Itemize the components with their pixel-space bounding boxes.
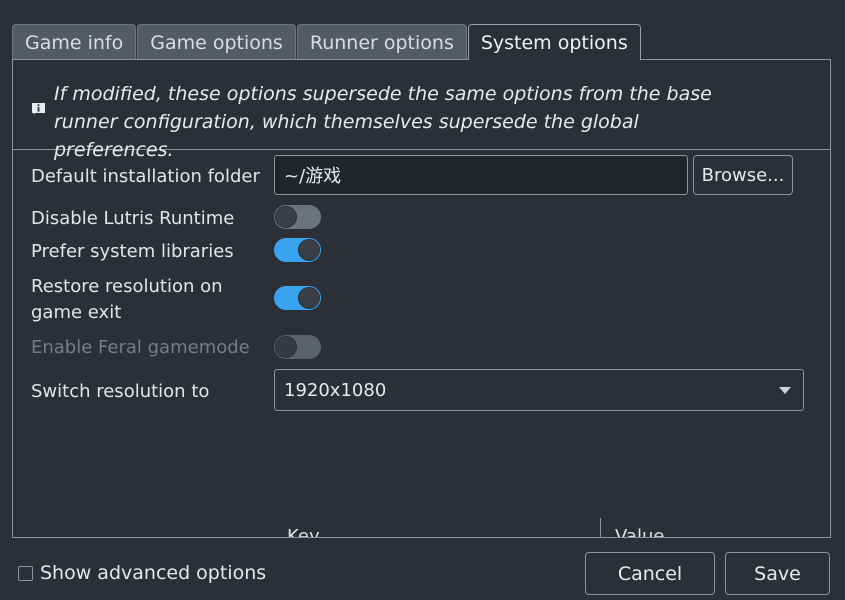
dialog-window: Game info Game options Runner options Sy… — [0, 0, 845, 600]
chevron-down-icon — [779, 387, 791, 394]
label-prefer-system-libraries: Prefer system libraries — [31, 239, 234, 265]
options-form: Default installation folder Browse... Di… — [13, 150, 830, 538]
show-advanced-options-checkbox[interactable]: Show advanced options — [18, 562, 266, 584]
label-switch-resolution-to: Switch resolution to — [31, 379, 209, 405]
column-header-key[interactable]: Key — [273, 518, 601, 538]
toggle-prefer-system-libraries[interactable] — [274, 238, 321, 262]
environment-variables-table: Key Value DXVK_LOG_LEVEL none DXVK_STATE… — [273, 518, 831, 538]
toggle-enable-feral-gamemode — [274, 335, 321, 359]
system-options-panel: If modified, these options supersede the… — [12, 59, 831, 538]
toggle-restore-resolution[interactable] — [274, 286, 321, 310]
label-disable-lutris-runtime: Disable Lutris Runtime — [31, 206, 234, 232]
show-advanced-options-label: Show advanced options — [40, 562, 266, 584]
info-banner: If modified, these options supersede the… — [13, 60, 830, 150]
label-restore-resolution-on-game-exit: Restore resolution on game exit — [31, 274, 251, 326]
tab-game-options[interactable]: Game options — [137, 24, 296, 60]
default-installation-folder-input[interactable] — [274, 155, 688, 195]
toggle-knob — [275, 206, 297, 228]
toggle-disable-lutris-runtime[interactable] — [274, 205, 321, 229]
toggle-knob — [275, 336, 297, 358]
info-icon — [30, 101, 47, 118]
tab-runner-options[interactable]: Runner options — [297, 24, 467, 60]
tab-system-options[interactable]: System options — [468, 24, 641, 60]
checkbox-box[interactable] — [18, 566, 33, 581]
toggle-knob — [298, 287, 320, 309]
column-header-value[interactable]: Value — [601, 518, 831, 538]
table-header-row: Key Value — [273, 518, 831, 538]
cancel-button[interactable]: Cancel — [585, 552, 715, 595]
tab-game-info[interactable]: Game info — [12, 24, 136, 60]
dialog-footer: Show advanced options Cancel Save — [0, 548, 845, 600]
save-button[interactable]: Save — [725, 552, 830, 595]
toggle-knob — [298, 239, 320, 261]
label-enable-feral-gamemode: Enable Feral gamemode — [31, 335, 250, 361]
tab-bar: Game info Game options Runner options Sy… — [12, 24, 642, 60]
switch-resolution-combobox[interactable]: 1920x1080 — [274, 369, 804, 411]
switch-resolution-value: 1920x1080 — [284, 380, 386, 401]
browse-button[interactable]: Browse... — [693, 155, 793, 195]
label-default-installation-folder: Default installation folder — [31, 164, 260, 190]
